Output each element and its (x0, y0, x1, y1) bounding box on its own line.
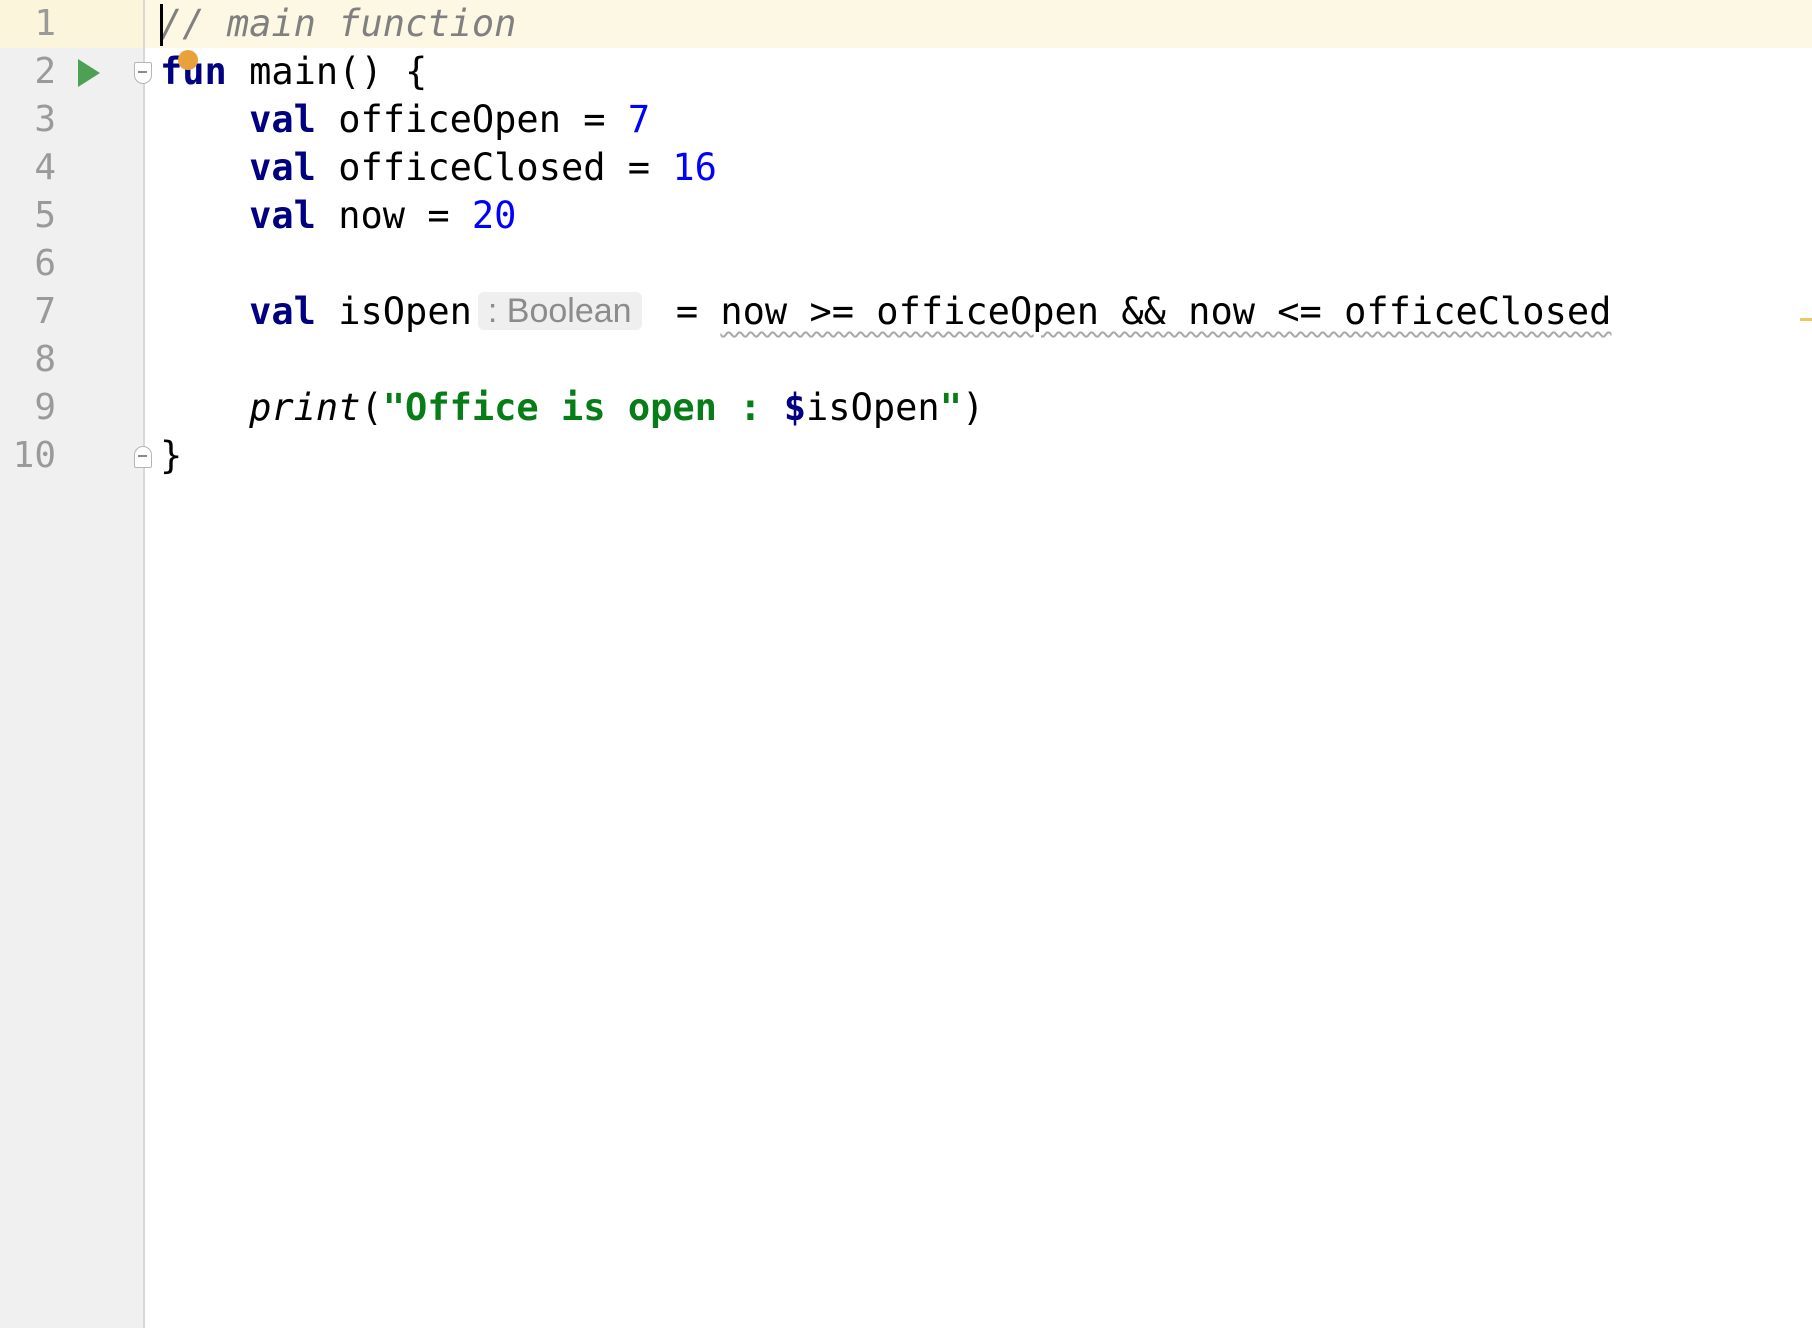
code-line-5[interactable]: val now = 20 (160, 192, 516, 240)
keyword-val: val (249, 98, 316, 141)
line-number[interactable]: 8 (0, 336, 56, 384)
line-number[interactable]: 1 (0, 0, 56, 48)
code-line-10[interactable]: } (160, 432, 182, 480)
template-dollar: $ (783, 386, 807, 429)
variable-declaration: officeClosed = (315, 146, 673, 189)
template-variable: isOpen (806, 386, 940, 429)
code-editor[interactable]: 1 2 3 4 5 6 7 8 9 10 // main function fu… (0, 0, 1812, 1328)
line-number[interactable]: 9 (0, 384, 56, 432)
variable-declaration: officeOpen = (315, 98, 628, 141)
variable-declaration: now = (315, 194, 472, 237)
open-paren: ( (360, 386, 383, 429)
type-inlay-hint[interactable]: : Boolean (477, 292, 642, 330)
intention-bulb-icon[interactable] (178, 50, 198, 70)
closing-brace: } (160, 434, 183, 477)
keyword-val: val (249, 146, 316, 189)
code-line-4[interactable]: val officeClosed = 16 (160, 144, 717, 192)
editor-gutter[interactable]: 1 2 3 4 5 6 7 8 9 10 (0, 0, 152, 1328)
line-number[interactable]: 7 (0, 288, 56, 336)
close-paren: ) (961, 386, 985, 429)
code-line-7[interactable]: val isOpen: Boolean = now >= officeOpen … (160, 288, 1611, 336)
fold-open-icon[interactable] (134, 62, 152, 84)
fold-minus-glyph (138, 71, 147, 73)
line-number[interactable]: 2 (0, 48, 56, 96)
print-function: print (249, 386, 361, 429)
line-number[interactable]: 10 (0, 432, 56, 480)
line-number[interactable]: 6 (0, 240, 56, 288)
fold-minus-glyph (138, 455, 147, 457)
boolean-expression-warning[interactable]: now >= officeOpen && now <= officeClosed (720, 290, 1611, 333)
code-line-1[interactable]: // main function (160, 0, 516, 48)
assignment-operator: = (653, 290, 721, 333)
number-literal: 7 (627, 98, 651, 141)
error-stripe-marker[interactable] (1800, 318, 1812, 321)
keyword-val: val (249, 290, 316, 333)
code-line-2[interactable]: fun main() { (160, 48, 427, 96)
number-literal: 20 (471, 194, 517, 237)
line-number[interactable]: 3 (0, 96, 56, 144)
run-icon[interactable] (78, 59, 100, 87)
keyword-val: val (249, 194, 316, 237)
number-literal: 16 (672, 146, 717, 189)
code-line-9[interactable]: print("Office is open : $isOpen") (160, 384, 984, 432)
variable-name: isOpen (315, 290, 472, 333)
string-literal: "Office is open : (382, 386, 784, 429)
function-signature: main() { (226, 50, 428, 93)
fold-close-icon[interactable] (134, 446, 152, 468)
line-number[interactable]: 5 (0, 192, 56, 240)
string-quote-close: " (939, 386, 962, 429)
code-line-3[interactable]: val officeOpen = 7 (160, 96, 650, 144)
line-number[interactable]: 4 (0, 144, 56, 192)
comment: // main function (160, 2, 517, 45)
text-caret (160, 4, 163, 46)
